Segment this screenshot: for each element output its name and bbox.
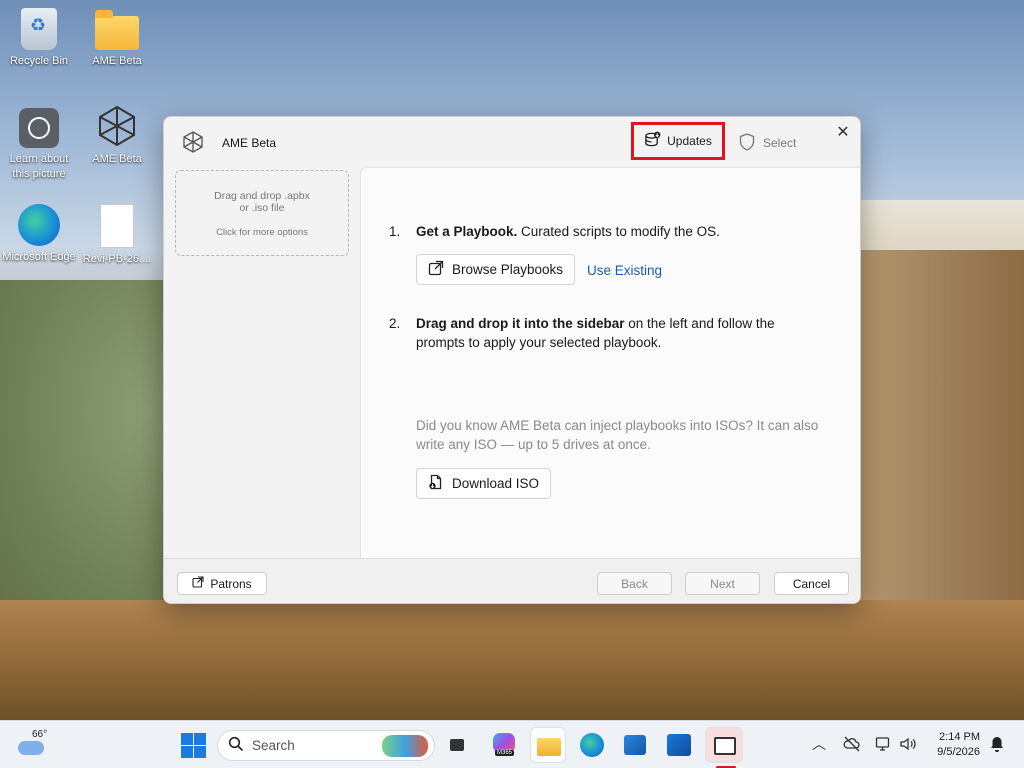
patrons-button[interactable]: Patrons	[177, 572, 267, 595]
browse-playbooks-button[interactable]: Browse Playbooks	[416, 254, 576, 285]
onedrive-offline-icon[interactable]	[843, 735, 861, 753]
weather-temperature: 66°	[32, 729, 48, 740]
select-button[interactable]: Select	[739, 132, 796, 154]
dropzone-line1: Drag and drop .apbx	[214, 190, 310, 202]
desktop-icon-ame-beta-app[interactable]: AME Beta	[79, 104, 155, 167]
desktop-icon-ame-beta-folder[interactable]: AME Beta	[79, 8, 155, 69]
taskbar-m365-copilot[interactable]: M365	[489, 730, 519, 760]
recycle-bin-icon	[21, 8, 57, 50]
search-placeholder: Search	[252, 738, 295, 753]
weather-widget[interactable]: 66°	[16, 729, 50, 761]
download-iso-label: Download ISO	[452, 476, 540, 491]
step-1-text: Get a Playbook. Curated scripts to modif…	[416, 222, 836, 241]
download-iso-button[interactable]: Download ISO	[416, 468, 552, 499]
outlook-icon	[667, 734, 691, 756]
cancel-button[interactable]: Cancel	[774, 572, 849, 595]
clock-time[interactable]: 2:14 PM	[928, 731, 980, 743]
step-2-number: 2.	[389, 316, 401, 331]
taskbar-search[interactable]: Search	[217, 730, 435, 761]
chevron-up-icon[interactable]: ︿	[812, 734, 830, 752]
select-label: Select	[763, 136, 797, 150]
iso-hint-text: Did you know AME Beta can inject playboo…	[416, 418, 819, 452]
taskbar-outlook[interactable]	[664, 730, 694, 760]
task-view-icon	[450, 739, 464, 751]
taskbar-microsoft-store[interactable]	[620, 730, 650, 760]
ame-logo-icon	[182, 131, 204, 153]
store-icon	[624, 735, 646, 755]
desktop-icon-learn-about-picture[interactable]: Learn about this picture	[1, 108, 77, 182]
sidebar: Drag and drop .apbx or .iso file Click f…	[164, 167, 360, 557]
dialog-footer: Patrons Back Next Cancel	[164, 558, 860, 603]
camera-icon	[19, 108, 59, 148]
notification-bell-icon[interactable]	[988, 735, 1006, 753]
edge-icon	[18, 204, 60, 246]
ame-beta-window: AME Beta Updates Select ✕ Drag and drop …	[163, 116, 861, 604]
folder-icon	[537, 738, 561, 756]
desktop-icon-microsoft-edge[interactable]: Microsoft Edge	[1, 204, 77, 265]
desktop-icon-revi-file[interactable]: Revi-PB-26....	[79, 204, 155, 267]
clock-date[interactable]: 9/5/2026	[928, 746, 980, 758]
main-content: 1. Get a Playbook. Curated scripts to mo…	[360, 167, 860, 558]
folder-icon	[95, 10, 139, 50]
volume-icon[interactable]	[899, 735, 917, 753]
step-1-heading: Get a Playbook.	[416, 224, 518, 239]
back-label: Back	[621, 576, 648, 591]
browse-playbooks-label: Browse Playbooks	[452, 262, 564, 277]
title-bar: AME Beta Updates Select ✕	[164, 117, 860, 167]
patrons-label: Patrons	[210, 576, 252, 591]
desktop-icon-label: Revi-PB-26....	[82, 253, 152, 265]
taskbar-ame-beta[interactable]	[705, 727, 743, 763]
external-link-icon	[192, 576, 204, 591]
search-icon	[228, 736, 244, 755]
shield-icon	[739, 132, 755, 154]
updates-label: Updates	[667, 134, 712, 148]
wallpaper-rocks	[0, 600, 1024, 720]
external-link-icon	[428, 260, 444, 279]
use-existing-link[interactable]: Use Existing	[587, 263, 662, 278]
back-button[interactable]: Back	[597, 572, 672, 595]
document-icon	[100, 204, 134, 248]
start-button[interactable]	[178, 730, 208, 760]
windows-logo-icon	[181, 733, 193, 745]
taskbar-file-explorer[interactable]	[530, 727, 566, 763]
step-1-description: Curated scripts to modify the OS.	[517, 224, 720, 239]
playbook-dropzone[interactable]: Drag and drop .apbx or .iso file Click f…	[175, 170, 349, 256]
next-label: Next	[710, 576, 735, 591]
desktop-icon-label: AME Beta	[92, 153, 142, 165]
network-icon[interactable]	[875, 735, 893, 753]
cancel-label: Cancel	[792, 576, 831, 591]
step-1-number: 1.	[389, 224, 401, 239]
taskbar: 66° Search M365 ︿ 2:14 PM 9/5/2026	[0, 720, 1024, 768]
download-file-icon	[428, 474, 444, 493]
updates-button[interactable]: Updates	[631, 122, 725, 160]
ame-app-icon	[714, 737, 736, 755]
m365-badge: M365	[495, 750, 515, 756]
step-2-text: Drag and drop it into the sidebar on the…	[416, 314, 816, 352]
desktop-icon-label: AME Beta	[92, 55, 142, 67]
edge-icon	[580, 733, 604, 757]
updates-icon	[644, 131, 661, 151]
desktop-icon-label: Microsoft Edge	[2, 251, 76, 263]
step-2-heading: Drag and drop it into the sidebar	[416, 316, 625, 331]
task-view-button[interactable]	[446, 733, 470, 757]
close-button[interactable]: ✕	[832, 122, 854, 144]
window-title: AME Beta	[222, 136, 277, 150]
search-highlight-icon	[382, 735, 428, 757]
desktop-icon-recycle-bin[interactable]: Recycle Bin	[1, 8, 77, 69]
dropzone-line2: or .iso file	[239, 202, 285, 214]
next-button[interactable]: Next	[685, 572, 760, 595]
cloud-icon	[18, 741, 44, 755]
desktop-icon-label: Recycle Bin	[9, 55, 69, 67]
close-icon: ✕	[836, 124, 850, 141]
taskbar-edge[interactable]	[577, 730, 607, 760]
desktop-icon-label: Learn about this picture	[9, 153, 69, 180]
ame-cube-icon	[95, 104, 139, 148]
dropzone-options-hint: Click for more options	[216, 227, 308, 238]
